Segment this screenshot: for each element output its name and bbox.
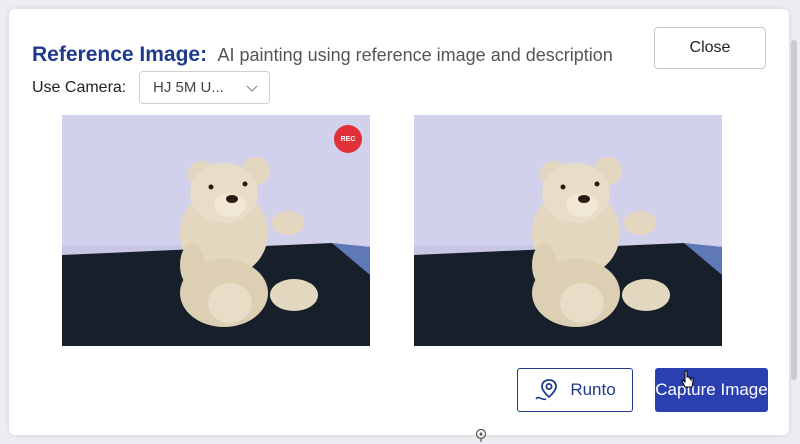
scrollbar[interactable] (791, 40, 797, 380)
runto-button[interactable]: Runto (517, 368, 633, 412)
teddy-bear-live-image (62, 115, 370, 346)
rec-indicator: REC (334, 125, 362, 153)
dialog-subtitle: AI painting using reference image and de… (217, 45, 613, 65)
camera-select-value: HJ 5M U... (153, 79, 224, 96)
capture-image-button[interactable]: Capture Image (655, 368, 768, 412)
pointer-cursor-icon (681, 370, 694, 388)
runto-label: Runto (570, 380, 616, 399)
dialog-header: Reference Image: AI painting using refer… (32, 43, 613, 67)
teddy-bear-captured-image (414, 115, 722, 346)
live-camera-preview: REC (62, 115, 370, 346)
dialog-title: Reference Image: (32, 43, 208, 66)
chevron-down-icon (246, 85, 258, 92)
camera-select[interactable]: HJ 5M U... (139, 71, 270, 104)
reference-image-dialog: Reference Image: AI painting using refer… (9, 9, 789, 435)
close-button[interactable]: Close (654, 27, 766, 69)
captured-image (414, 115, 722, 346)
map-pin-route-icon (535, 379, 558, 401)
camera-label: Use Camera: (32, 79, 127, 96)
move-handle-icon[interactable] (474, 428, 488, 442)
